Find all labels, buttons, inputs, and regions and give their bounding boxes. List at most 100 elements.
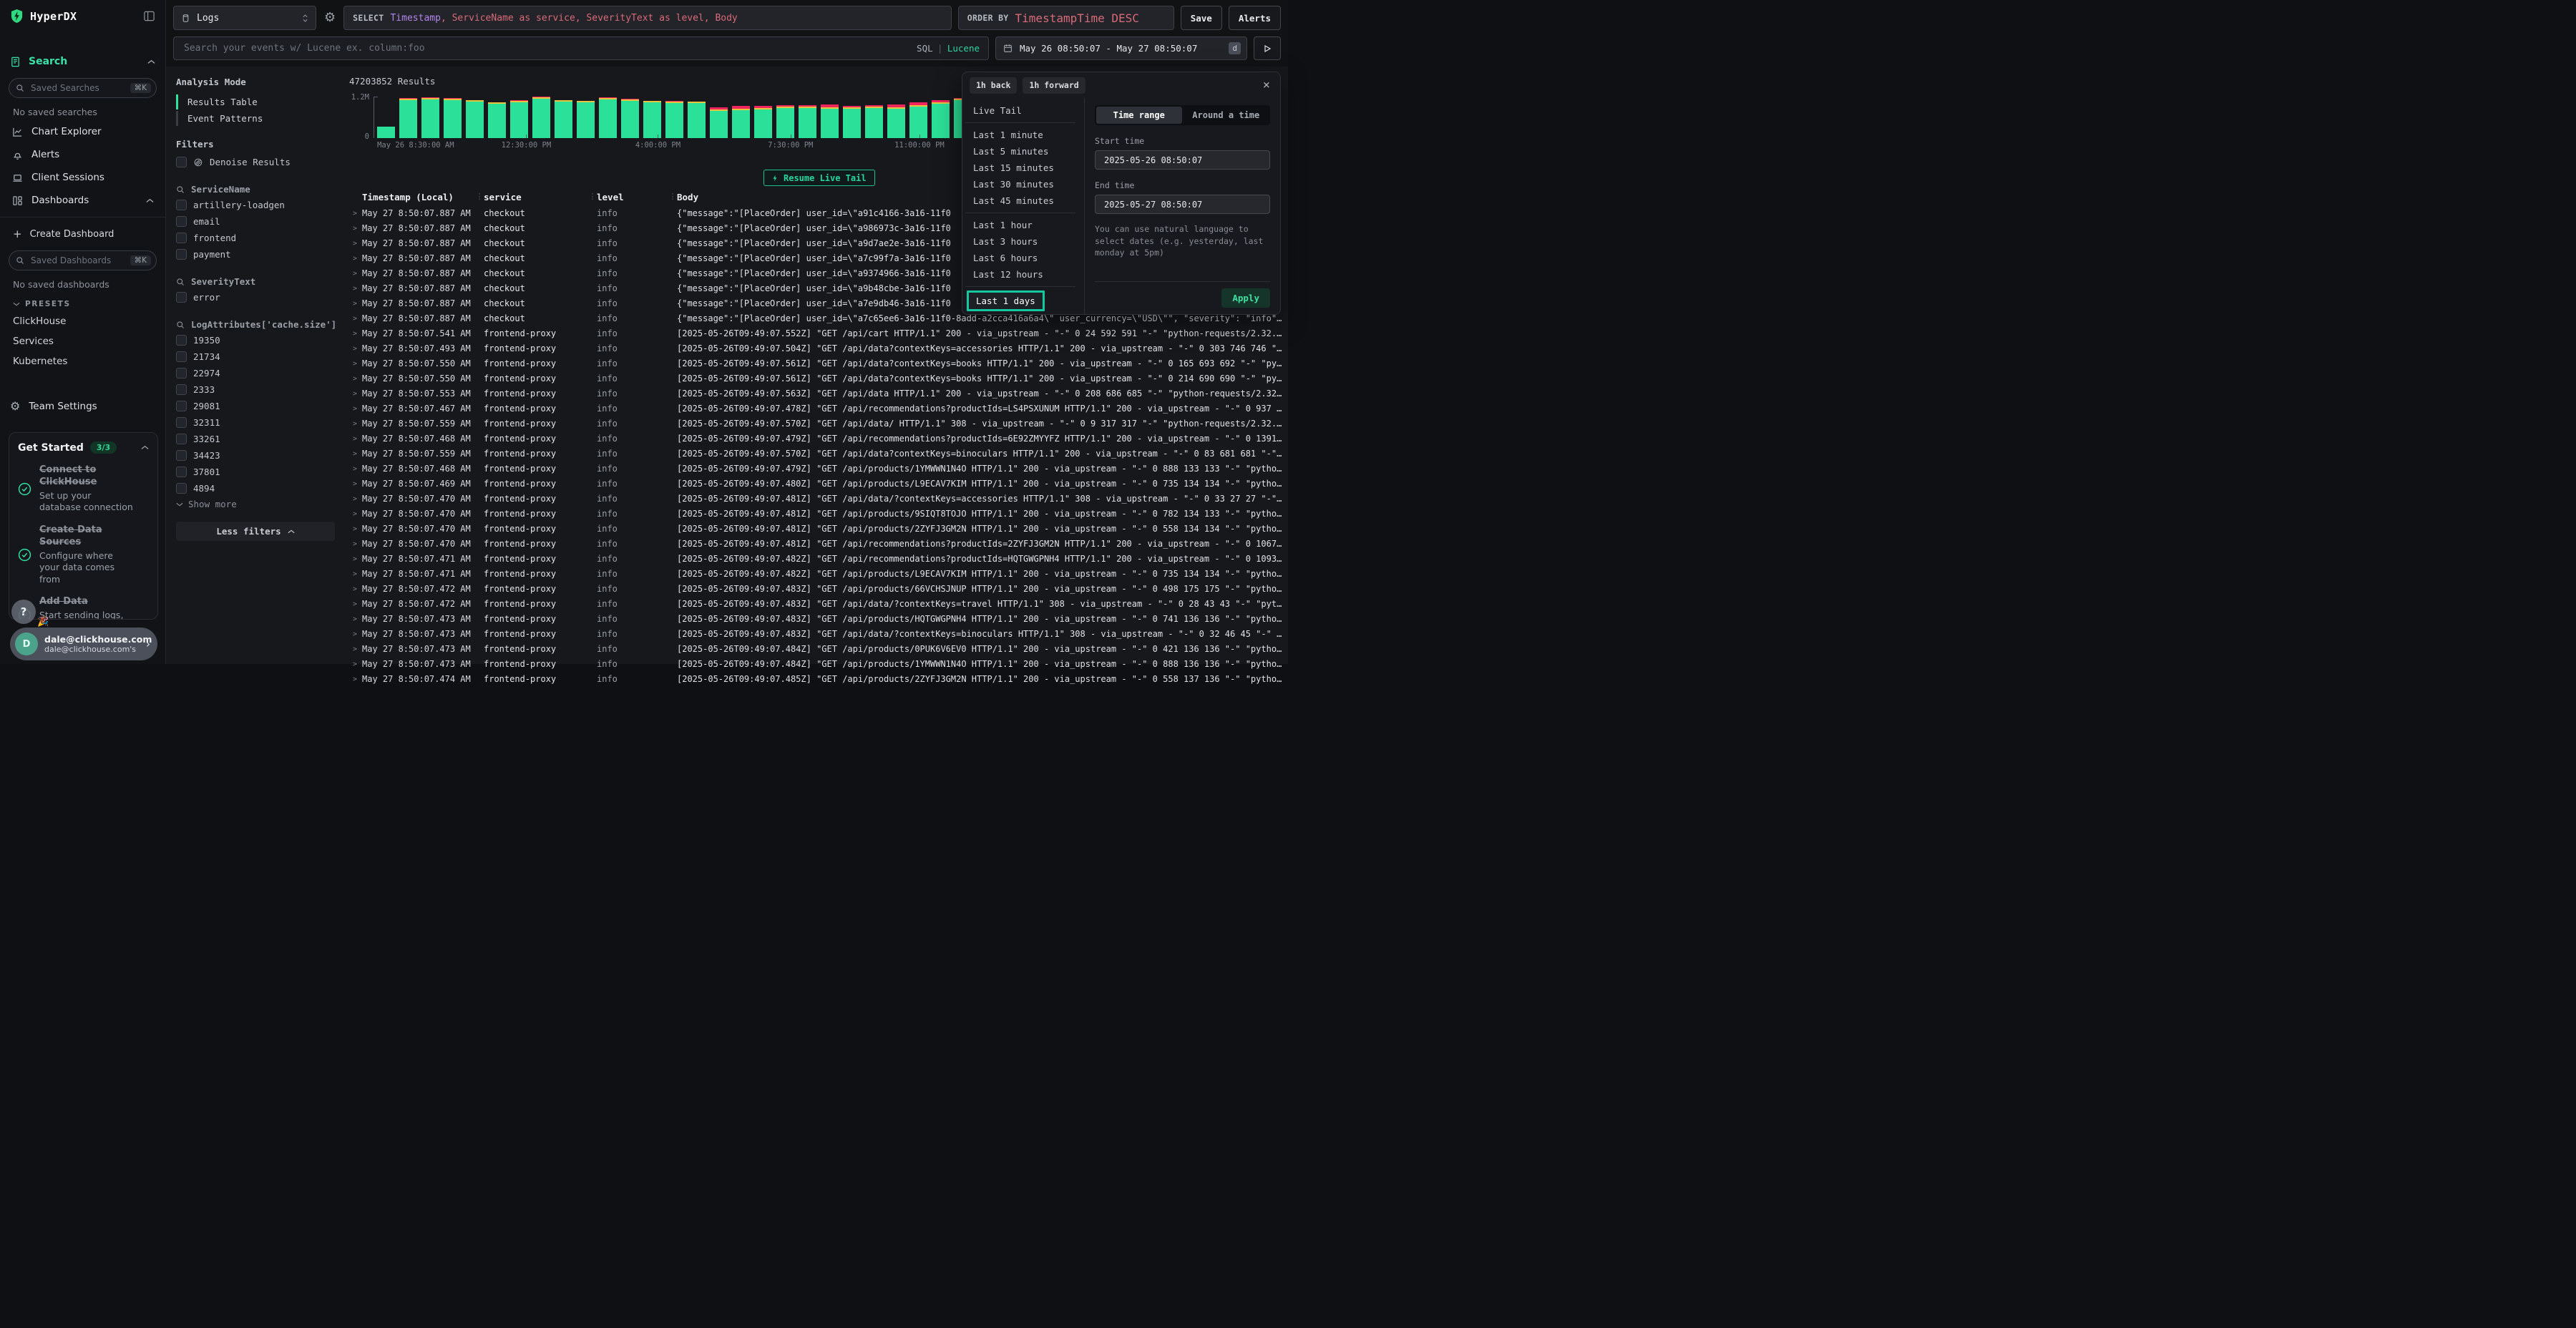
save-button[interactable]: Save xyxy=(1181,6,1222,30)
time-preset-last-45-minutes[interactable]: Last 45 minutes xyxy=(962,192,1084,209)
search-input[interactable] xyxy=(182,42,911,54)
table-row[interactable]: >May 27 8:50:07.559 AMfrontend-proxyinfo… xyxy=(348,446,1288,462)
tab-around-a-time[interactable]: Around a time xyxy=(1184,107,1269,124)
row-expand-icon[interactable]: > xyxy=(348,326,362,341)
histogram-bar[interactable] xyxy=(732,97,750,138)
checkbox[interactable] xyxy=(176,351,187,362)
filter-value-row[interactable]: 29081 xyxy=(176,398,335,414)
row-expand-icon[interactable]: > xyxy=(348,642,362,657)
histogram-bar[interactable] xyxy=(577,97,595,138)
checkbox[interactable] xyxy=(176,249,187,260)
histogram-bar[interactable] xyxy=(532,97,550,138)
filter-value-row[interactable]: error xyxy=(176,289,335,306)
table-row[interactable]: >May 27 8:50:07.550 AMfrontend-proxyinfo… xyxy=(348,356,1288,371)
time-preset-last-1-days[interactable]: Last 1 days xyxy=(967,290,1045,311)
denoise-results-checkbox-row[interactable]: Denoise Results xyxy=(176,154,335,170)
sidebar-collapse-icon[interactable] xyxy=(143,10,155,22)
time-preset-live-tail[interactable]: Live Tail xyxy=(962,102,1084,119)
histogram-bar[interactable] xyxy=(421,97,439,138)
filter-value-row[interactable]: 22974 xyxy=(176,365,335,381)
row-expand-icon[interactable]: > xyxy=(348,657,362,672)
checkbox[interactable] xyxy=(176,434,187,444)
histogram-bar[interactable] xyxy=(865,97,883,138)
order-by-input[interactable]: ORDER BY TimestampTime DESC xyxy=(958,6,1174,30)
checkbox[interactable] xyxy=(176,384,187,395)
row-expand-icon[interactable]: > xyxy=(348,266,362,281)
table-row[interactable]: >May 27 8:50:07.469 AMfrontend-proxyinfo… xyxy=(348,477,1288,492)
table-row[interactable]: >May 27 8:50:07.559 AMfrontend-proxyinfo… xyxy=(348,416,1288,431)
preset-dashboard-kubernetes[interactable]: Kubernetes xyxy=(0,351,165,371)
row-expand-icon[interactable]: > xyxy=(348,371,362,386)
table-row[interactable]: >May 27 8:50:07.550 AMfrontend-proxyinfo… xyxy=(348,371,1288,386)
filter-value-row[interactable]: frontend xyxy=(176,230,335,246)
histogram-bar[interactable] xyxy=(688,97,706,138)
saved-dashboards-input[interactable]: ⌘K xyxy=(9,250,157,270)
sidebar-item-search[interactable]: Search xyxy=(0,49,165,74)
time-preset-last-6-hours[interactable]: Last 6 hours xyxy=(962,250,1084,266)
checkbox[interactable] xyxy=(176,200,187,210)
row-expand-icon[interactable]: > xyxy=(348,582,362,597)
table-row[interactable]: >May 27 8:50:07.472 AMfrontend-proxyinfo… xyxy=(348,597,1288,612)
table-row[interactable]: >May 27 8:50:07.471 AMfrontend-proxyinfo… xyxy=(348,567,1288,582)
saved-searches-input[interactable]: ⌘K xyxy=(9,78,157,98)
table-row[interactable]: >May 27 8:50:07.470 AMfrontend-proxyinfo… xyxy=(348,507,1288,522)
histogram-bar[interactable] xyxy=(932,97,950,138)
histogram-bar[interactable] xyxy=(444,97,462,138)
sidebar-item-dashboards[interactable]: Dashboards xyxy=(0,189,165,212)
sidebar-item-chart-explorer[interactable]: Chart Explorer xyxy=(0,120,165,143)
row-expand-icon[interactable]: > xyxy=(348,627,362,642)
row-expand-icon[interactable]: > xyxy=(348,296,362,311)
table-row[interactable]: >May 27 8:50:07.473 AMfrontend-proxyinfo… xyxy=(348,657,1288,672)
row-expand-icon[interactable]: > xyxy=(348,597,362,612)
histogram-bar[interactable] xyxy=(665,97,683,138)
row-expand-icon[interactable]: > xyxy=(348,507,362,522)
histogram-bar[interactable] xyxy=(555,97,572,138)
time-preset-last-1-hour[interactable]: Last 1 hour xyxy=(962,217,1084,233)
get-started-step[interactable]: Connect to ClickHouseSet up your databas… xyxy=(18,464,149,514)
time-range-field[interactable] xyxy=(1018,42,1223,54)
time-preset-last-12-hours[interactable]: Last 12 hours xyxy=(962,266,1084,283)
row-expand-icon[interactable]: > xyxy=(348,206,362,221)
checkbox[interactable] xyxy=(176,417,187,428)
row-expand-icon[interactable]: > xyxy=(348,446,362,462)
filter-value-row[interactable]: 37801 xyxy=(176,464,335,480)
row-expand-icon[interactable]: > xyxy=(348,416,362,431)
row-expand-icon[interactable]: > xyxy=(348,492,362,507)
table-row[interactable]: >May 27 8:50:07.467 AMfrontend-proxyinfo… xyxy=(348,401,1288,416)
checkbox[interactable] xyxy=(176,216,187,227)
end-time-input[interactable] xyxy=(1103,199,1269,210)
presets-toggle[interactable]: PRESETS xyxy=(0,293,165,311)
row-expand-icon[interactable]: > xyxy=(348,537,362,552)
analysis-mode-event-patterns[interactable]: Event Patterns xyxy=(176,111,335,126)
saved-searches-field[interactable] xyxy=(29,82,125,94)
checkbox[interactable] xyxy=(176,450,187,461)
filter-value-row[interactable]: 34423 xyxy=(176,447,335,464)
row-expand-icon[interactable]: > xyxy=(348,221,362,236)
histogram-bar[interactable] xyxy=(488,97,506,138)
lucene-search-box[interactable]: SQL | Lucene xyxy=(173,36,989,60)
checkbox[interactable] xyxy=(176,368,187,379)
saved-dashboards-field[interactable] xyxy=(29,255,125,266)
time-preset-last-3-hours[interactable]: Last 3 hours xyxy=(962,233,1084,250)
histogram-bar[interactable] xyxy=(621,97,639,138)
histogram-bar[interactable] xyxy=(799,97,816,138)
filter-group-header[interactable]: LogAttributes['cache.size'] xyxy=(176,317,335,332)
table-row[interactable]: >May 27 8:50:07.472 AMfrontend-proxyinfo… xyxy=(348,582,1288,597)
sidebar-item-client-sessions[interactable]: Client Sessions xyxy=(0,166,165,189)
column-header-service[interactable]: service xyxy=(484,192,588,204)
row-expand-icon[interactable]: > xyxy=(348,522,362,537)
table-row[interactable]: >May 27 8:50:07.473 AMfrontend-proxyinfo… xyxy=(348,627,1288,642)
get-started-step[interactable]: Create Data SourcesConfigure where your … xyxy=(18,524,149,585)
lang-toggle-sql[interactable]: SQL xyxy=(917,43,933,54)
one-hour-back-button[interactable]: 1h back xyxy=(970,77,1017,94)
table-row[interactable]: >May 27 8:50:07.470 AMfrontend-proxyinfo… xyxy=(348,492,1288,507)
less-filters-button[interactable]: Less filters xyxy=(176,522,335,541)
chevron-up-icon[interactable] xyxy=(141,445,149,450)
column-resize-handle[interactable]: ⋮ xyxy=(475,192,484,204)
source-settings-gear-icon[interactable]: ⚙ xyxy=(323,11,337,24)
time-preset-last-1-minute[interactable]: Last 1 minute xyxy=(962,127,1084,143)
histogram-bar[interactable] xyxy=(643,97,661,138)
checkbox[interactable] xyxy=(176,401,187,411)
histogram-bar[interactable] xyxy=(377,97,395,138)
filter-value-row[interactable]: 2333 xyxy=(176,381,335,398)
